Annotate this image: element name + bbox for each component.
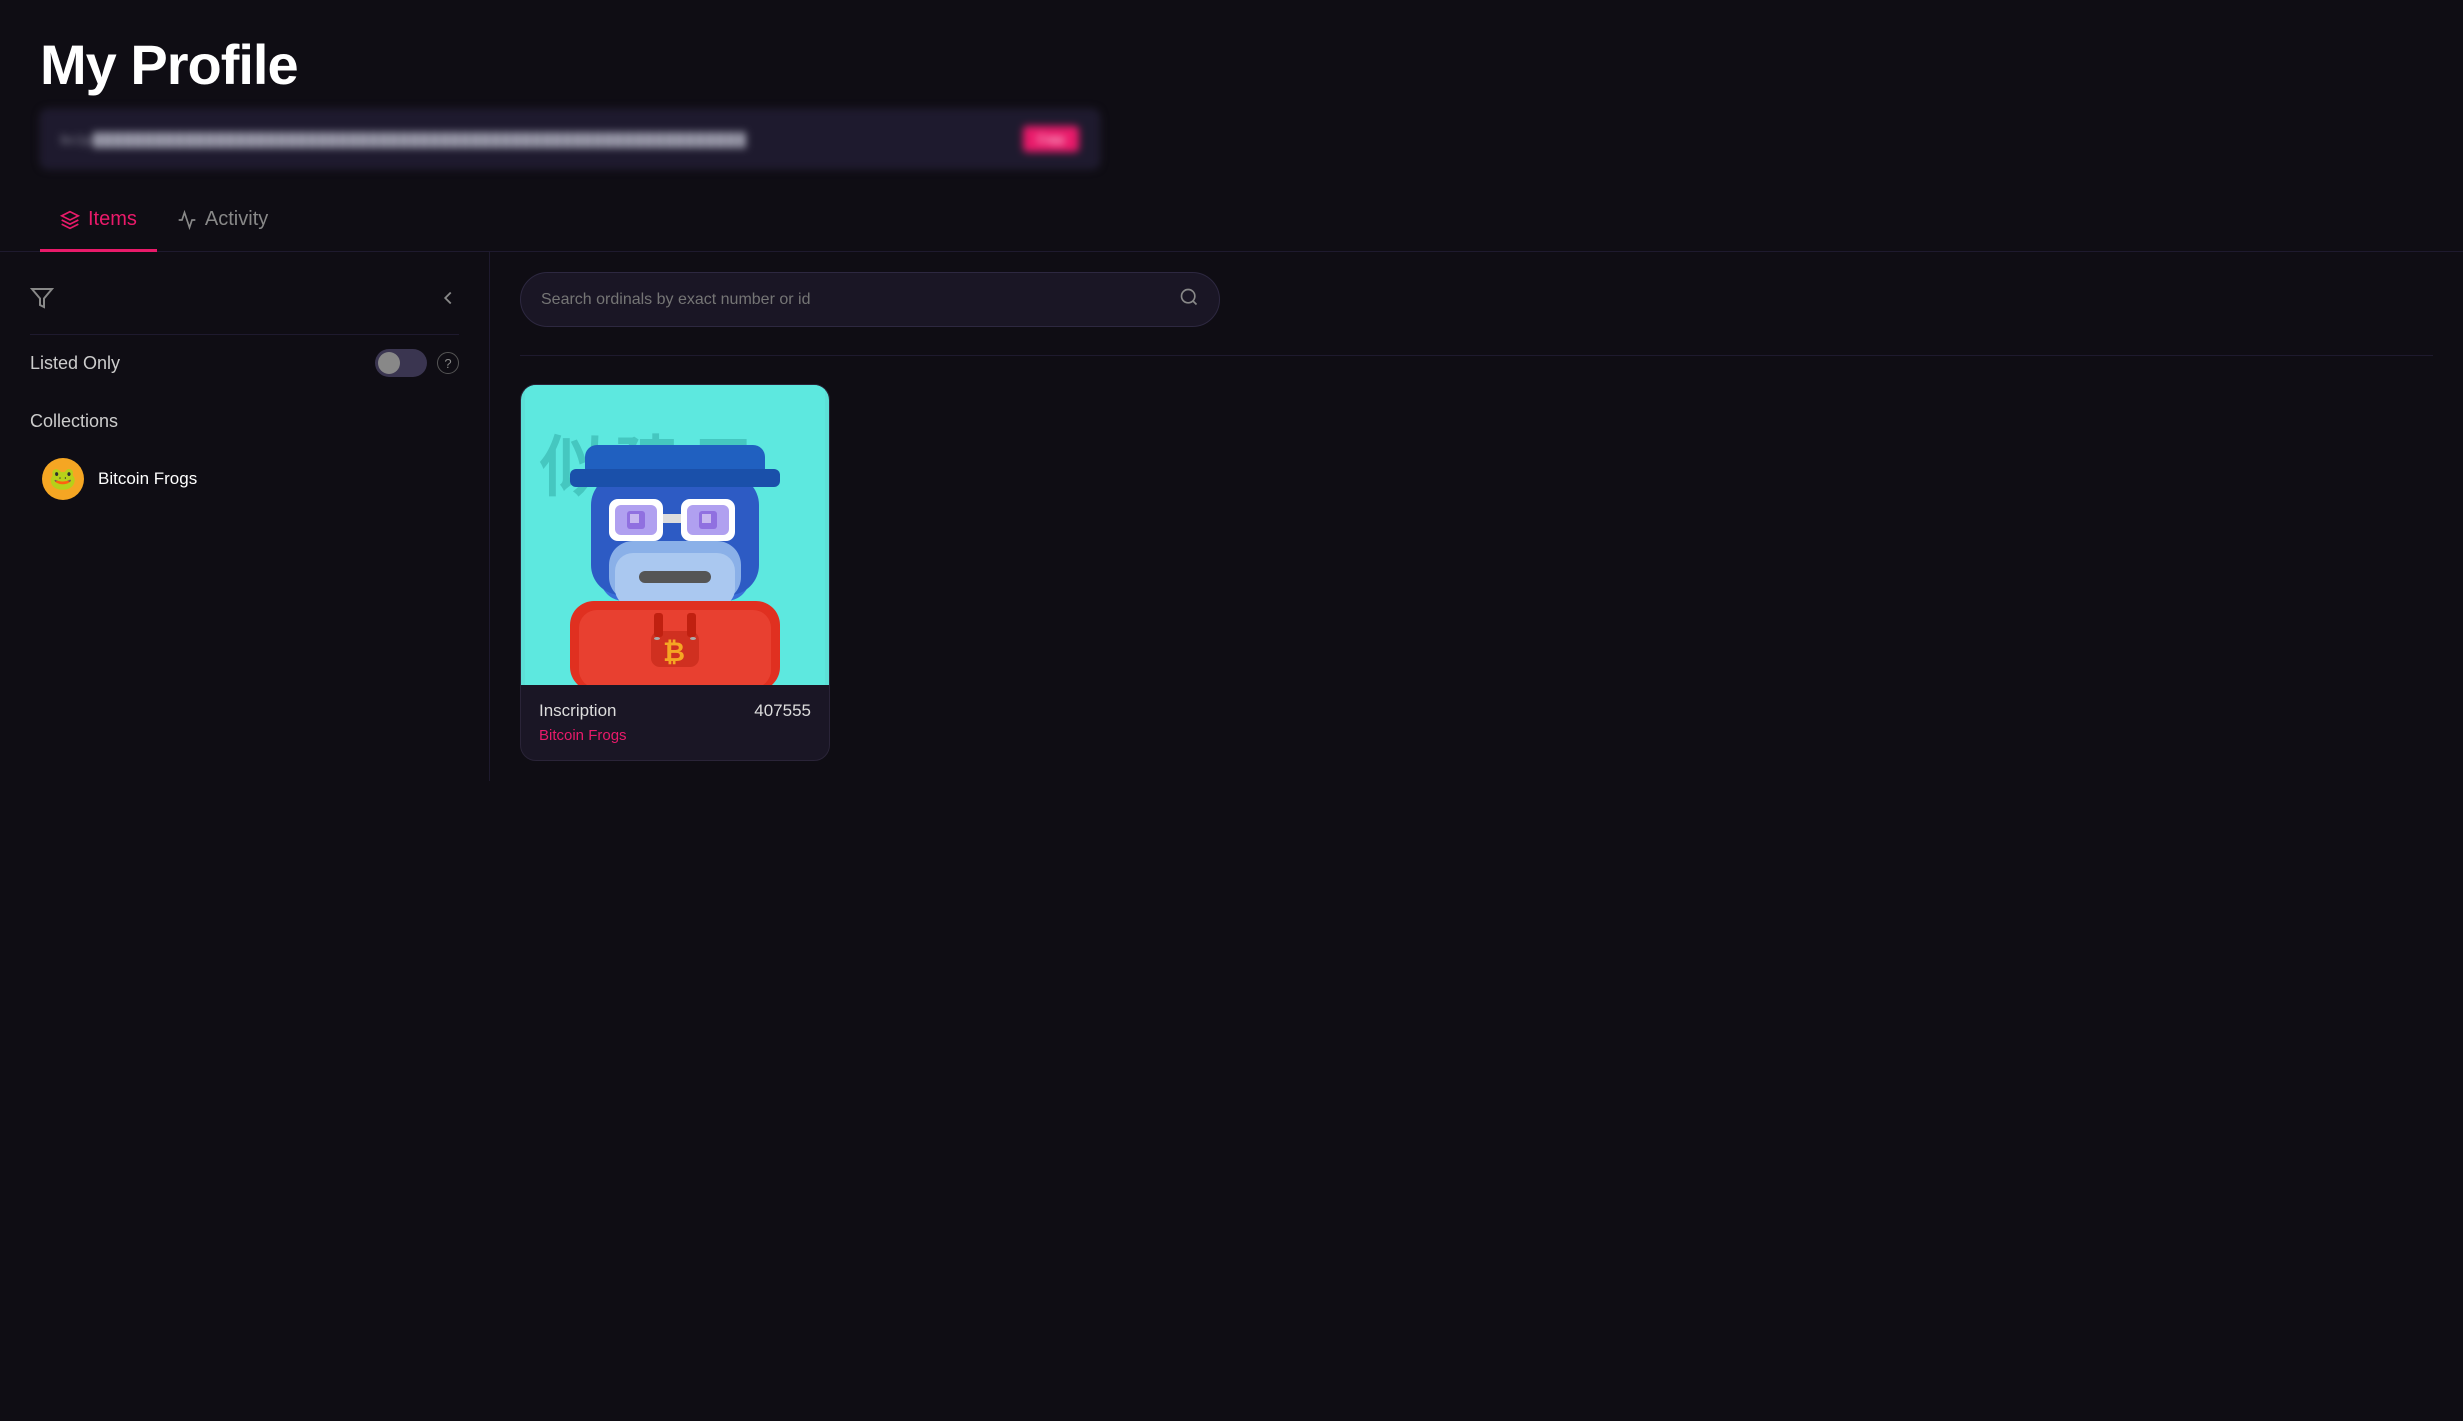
collection-item-bitcoin-frogs[interactable]: 🐸 Bitcoin Frogs xyxy=(30,448,459,510)
toggle-slider xyxy=(375,349,427,377)
content-area: 似 建 云 xyxy=(490,252,2463,781)
address-text: bc1p████████████████████████████████████… xyxy=(61,132,1011,147)
tab-items[interactable]: Items xyxy=(40,190,157,252)
tab-activity-label: Activity xyxy=(205,208,268,231)
tabs: Items Activity xyxy=(0,189,2463,252)
sidebar-header xyxy=(30,272,459,324)
filter-icon xyxy=(30,286,54,310)
divider xyxy=(520,355,2433,356)
chevron-left-icon xyxy=(437,287,459,309)
search-bar xyxy=(520,272,1220,327)
search-input[interactable] xyxy=(541,291,1167,309)
address-bar: bc1p████████████████████████████████████… xyxy=(40,109,1100,169)
page-wrapper: My Profile bc1p█████████████████████████… xyxy=(0,0,2463,781)
collection-name: Bitcoin Frogs xyxy=(98,469,197,489)
nft-number: 407555 xyxy=(754,701,811,721)
nft-grid: 似 建 云 xyxy=(520,384,2433,761)
tab-items-label: Items xyxy=(88,208,137,231)
collection-avatar: 🐸 xyxy=(42,458,84,500)
frog-svg: 似 建 云 xyxy=(521,385,829,685)
nft-top-row: Inscription 407555 xyxy=(539,701,811,721)
header: My Profile bc1p█████████████████████████… xyxy=(0,0,2463,189)
sidebar: Listed Only ? Collections 🐸 Bitcoin Frog… xyxy=(0,252,490,781)
filter-icon-button[interactable] xyxy=(30,286,54,310)
main-layout: Listed Only ? Collections 🐸 Bitcoin Frog… xyxy=(0,252,2463,781)
help-icon[interactable]: ? xyxy=(437,352,459,374)
nft-card-0[interactable]: 似 建 云 xyxy=(520,384,830,761)
activity-icon xyxy=(177,210,197,230)
filter-label: Listed Only xyxy=(30,353,120,374)
page-title: My Profile xyxy=(40,32,2423,97)
search-icon xyxy=(1179,287,1199,312)
layers-icon xyxy=(60,210,80,230)
collections-section: Collections 🐸 Bitcoin Frogs xyxy=(30,411,459,510)
tab-activity[interactable]: Activity xyxy=(157,190,288,252)
filter-controls: ? xyxy=(375,349,459,377)
listed-only-filter: Listed Only ? xyxy=(30,334,459,391)
copy-address-button[interactable]: Copy xyxy=(1023,126,1079,152)
collections-title: Collections xyxy=(30,411,459,432)
nft-collection: Bitcoin Frogs xyxy=(539,727,811,744)
collapse-sidebar-button[interactable] xyxy=(437,287,459,309)
nft-image: 似 建 云 xyxy=(521,385,829,685)
svg-text:₿: ₿ xyxy=(663,637,685,667)
nft-label: Inscription xyxy=(539,701,616,721)
listed-only-toggle[interactable] xyxy=(375,349,427,377)
nft-info: Inscription 407555 Bitcoin Frogs xyxy=(521,685,829,760)
